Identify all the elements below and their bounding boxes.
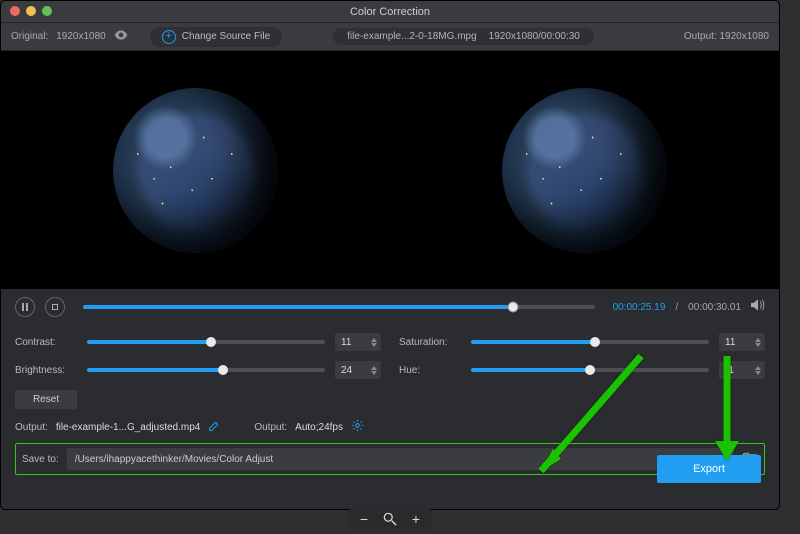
saturation-value-box[interactable]: 11	[719, 333, 765, 351]
maximize-icon[interactable]	[42, 6, 52, 16]
output-res-group: Output: 1920x1080	[684, 31, 769, 42]
pause-button[interactable]	[15, 297, 35, 317]
saveto-label: Save to:	[22, 454, 59, 465]
original-label: Original:	[11, 31, 48, 42]
eye-icon[interactable]	[114, 30, 128, 43]
sliders-panel: Contrast: 11 Saturation: 11	[1, 325, 779, 413]
earth-image-original	[113, 88, 278, 253]
zoom-out-button[interactable]: −	[356, 511, 372, 527]
hue-value-box[interactable]: -1	[719, 361, 765, 379]
preview-original	[1, 51, 390, 289]
output-row: Output: file-example-1...G_adjusted.mp4 …	[1, 413, 779, 435]
hue-slider[interactable]	[471, 368, 709, 372]
saturation-label: Saturation:	[399, 337, 461, 348]
output-spec-label: Output:	[254, 422, 287, 433]
saveto-path-text: /Users/ihappyacethinker/Movies/Color Adj…	[75, 454, 273, 465]
contrast-thumb[interactable]	[206, 337, 216, 347]
stop-icon	[52, 304, 58, 310]
saturation-value: 11	[725, 337, 755, 348]
contrast-group: Contrast: 11	[15, 333, 381, 351]
reset-button[interactable]: Reset	[15, 390, 77, 409]
export-button[interactable]: Export	[657, 455, 761, 483]
brightness-group: Brightness: 24	[15, 361, 381, 379]
brightness-down[interactable]	[371, 371, 377, 375]
time-duration: 00:00:30.01	[688, 302, 741, 313]
output-res: 1920x1080	[719, 31, 769, 42]
saturation-slider[interactable]	[471, 340, 709, 344]
brightness-value: 24	[341, 365, 371, 376]
contrast-value-box[interactable]: 11	[335, 333, 381, 351]
output-label: Output:	[684, 31, 717, 42]
hue-label: Hue:	[399, 365, 461, 376]
color-correction-window: Color Correction Original: 1920x1080 + C…	[0, 0, 780, 510]
zoom-in-button[interactable]: +	[408, 511, 424, 527]
change-source-button[interactable]: + Change Source File	[150, 27, 282, 47]
brightness-value-box[interactable]: 24	[335, 361, 381, 379]
contrast-up[interactable]	[371, 338, 377, 342]
stop-button[interactable]	[45, 297, 65, 317]
output-file-label: Output:	[15, 422, 48, 433]
output-spec: Auto;24fps	[295, 422, 343, 433]
progress-fill	[83, 305, 513, 309]
hue-down[interactable]	[755, 371, 761, 375]
hue-group: Hue: -1	[399, 361, 765, 379]
hue-value: -1	[725, 365, 755, 376]
gear-icon[interactable]	[351, 419, 364, 435]
saveto-path-field[interactable]: /Users/ihappyacethinker/Movies/Color Adj…	[67, 448, 734, 470]
hue-thumb[interactable]	[585, 365, 595, 375]
original-res: 1920x1080	[56, 31, 106, 42]
close-icon[interactable]	[10, 6, 20, 16]
contrast-value: 11	[341, 337, 371, 348]
time-sep: /	[675, 302, 678, 313]
brightness-label: Brightness:	[15, 365, 77, 376]
window-title: Color Correction	[1, 1, 779, 23]
window-controls	[10, 6, 52, 16]
original-res-group: Original: 1920x1080	[11, 30, 128, 43]
preview-area	[1, 51, 779, 289]
brightness-up[interactable]	[371, 366, 377, 370]
progress-thumb[interactable]	[507, 302, 518, 313]
minimize-icon[interactable]	[26, 6, 36, 16]
file-name-text: file-example...2-0-18MG.mpg	[347, 31, 477, 42]
saturation-group: Saturation: 11	[399, 333, 765, 351]
saturation-up[interactable]	[755, 338, 761, 342]
player-bar: 00:00:25.19 / 00:00:30.01	[1, 289, 779, 325]
preview-output	[390, 51, 779, 289]
zoom-controls: − +	[348, 509, 432, 529]
contrast-label: Contrast:	[15, 337, 77, 348]
contrast-slider[interactable]	[87, 340, 325, 344]
saturation-down[interactable]	[755, 343, 761, 347]
file-info-pill: file-example...2-0-18MG.mpg 1920x1080/00…	[333, 28, 594, 45]
magnifier-icon[interactable]	[382, 511, 398, 527]
saveto-row: Save to: /Users/ihappyacethinker/Movies/…	[15, 443, 765, 475]
saturation-thumb[interactable]	[590, 337, 600, 347]
contrast-down[interactable]	[371, 343, 377, 347]
output-file-name: file-example-1...G_adjusted.mp4	[56, 422, 201, 433]
pencil-icon[interactable]	[208, 420, 220, 435]
time-current: 00:00:25.19	[613, 302, 666, 313]
earth-image-output	[502, 88, 667, 253]
brightness-slider[interactable]	[87, 368, 325, 372]
change-source-label: Change Source File	[182, 31, 270, 42]
progress-slider[interactable]	[83, 305, 595, 309]
toolbar: Original: 1920x1080 + Change Source File…	[1, 23, 779, 51]
titlebar: Color Correction	[1, 1, 779, 23]
plus-icon: +	[162, 30, 176, 44]
brightness-thumb[interactable]	[218, 365, 228, 375]
file-meta-text: 1920x1080/00:00:30	[489, 31, 580, 42]
pause-icon	[22, 303, 28, 311]
volume-icon[interactable]	[751, 298, 765, 316]
hue-up[interactable]	[755, 366, 761, 370]
